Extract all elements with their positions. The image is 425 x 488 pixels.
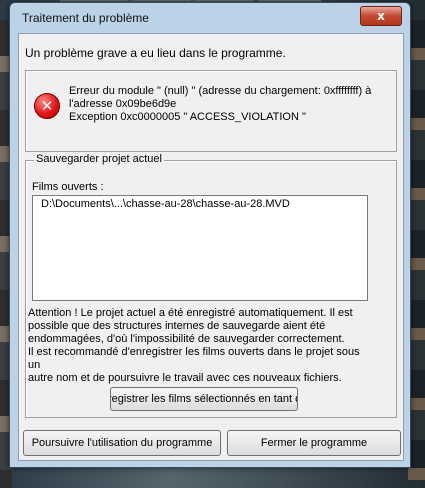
close-program-button[interactable]: Fermer le programme — [227, 430, 401, 456]
save-selected-films-button[interactable]: Enregistrer les films sélectionnés en ta… — [110, 387, 298, 411]
close-button[interactable]: x — [360, 6, 402, 26]
note-line: endommagées, d'où l'impossibilité de sau… — [28, 333, 345, 345]
open-films-label: Films ouverts : — [32, 181, 104, 193]
open-films-list[interactable]: D:\Documents\...\chasse-au-28\chasse-au-… — [32, 195, 368, 301]
error-line: Exception 0xc0000005 " ACCESS_VIOLATION … — [69, 111, 306, 123]
note-line: Attention ! Le projet actuel a été enreg… — [28, 307, 353, 319]
warning-note: Attention ! Le projet actuel a été enreg… — [28, 307, 368, 385]
close-icon: x — [377, 9, 385, 23]
save-project-group: Sauvegarder projet actuel Films ouverts … — [25, 153, 397, 418]
error-details-box: ✕ Erreur du module " (null) " (adresse d… — [25, 70, 397, 152]
list-item[interactable]: D:\Documents\...\chasse-au-28\chasse-au-… — [41, 198, 290, 210]
title-bar[interactable]: Traitement du problème x — [10, 3, 410, 33]
note-line: Il est recommandé d'enregistrer les film… — [28, 346, 360, 371]
note-line: autre nom et de poursuivre le travail av… — [28, 372, 342, 384]
error-line: l'adresse 0x09be6d9e — [69, 98, 177, 110]
group-title: Sauvegarder projet actuel — [34, 153, 164, 165]
error-message: Erreur du module " (null) " (adresse du … — [69, 85, 391, 124]
note-line: possible que des structures internes de … — [28, 320, 326, 332]
problem-heading: Un problème grave a eu lieu dans le prog… — [25, 46, 286, 60]
dialog-body: Un problème grave a eu lieu dans le prog… — [18, 33, 404, 461]
continue-program-button[interactable]: Poursuivre l'utilisation du programme — [23, 430, 221, 456]
dialog-title: Traitement du problème — [22, 11, 149, 25]
error-icon: ✕ — [34, 93, 60, 119]
error-line: Erreur du module " (null) " (adresse du … — [69, 85, 372, 97]
error-dialog: Traitement du problème x Un problème gra… — [9, 2, 411, 468]
